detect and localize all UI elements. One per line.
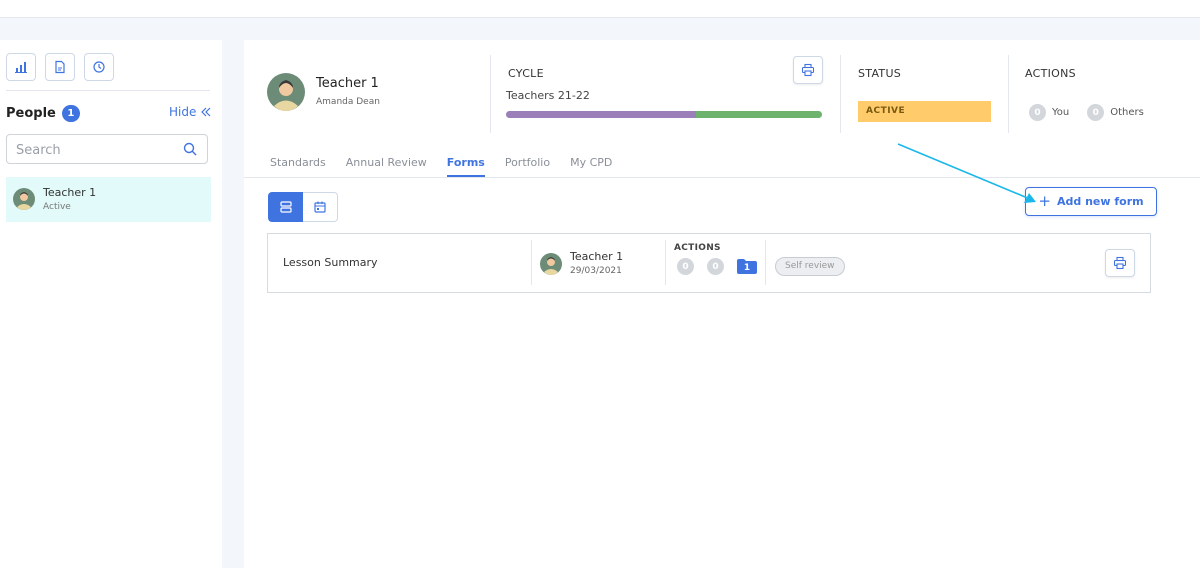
header-divider <box>490 55 491 133</box>
tab-bar: Standards Annual Review Forms Portfolio … <box>270 156 612 177</box>
person-name: Teacher 1 <box>43 186 97 199</box>
list-view-button[interactable] <box>268 192 303 222</box>
row-divider <box>665 240 666 285</box>
sidebar: People 1 Hide Teacher 1 Active <box>0 40 222 568</box>
people-count-badge: 1 <box>61 105 80 122</box>
form-date: 29/03/2021 <box>570 266 622 276</box>
list-view-icon <box>279 201 292 213</box>
folder-count: 1 <box>743 263 751 273</box>
header-divider <box>840 55 841 133</box>
others-count-badge: 0 <box>1087 104 1105 121</box>
hide-label: Hide <box>169 105 197 119</box>
clock-button[interactable] <box>84 53 114 81</box>
main-panel: Teacher 1 Amanda Dean CYCLE Teachers 21-… <box>244 40 1200 568</box>
tab-my-cpd[interactable]: My CPD <box>570 156 612 177</box>
cycle-progress-rest <box>695 111 822 118</box>
search-input[interactable] <box>16 140 176 160</box>
cycle-progress-bar <box>506 111 822 118</box>
print-cycle-button[interactable] <box>793 56 823 84</box>
form-actions-label: ACTIONS <box>674 243 721 253</box>
form-row[interactable]: Lesson Summary Teacher 1 29/03/2021 ACTI… <box>267 233 1151 293</box>
you-label: You <box>1052 107 1070 118</box>
tab-portfolio[interactable]: Portfolio <box>505 156 550 177</box>
bar-chart-icon <box>15 62 27 73</box>
tab-forms[interactable]: Forms <box>446 156 485 177</box>
clock-icon <box>93 61 105 73</box>
document-button[interactable] <box>45 53 75 81</box>
folder-badge[interactable]: 1 <box>737 259 757 274</box>
cycle-progress-fill <box>506 111 696 118</box>
tab-annual-review[interactable]: Annual Review <box>346 156 427 177</box>
sidebar-divider <box>6 90 210 91</box>
people-heading: People 1 <box>6 105 80 122</box>
profile-name: Teacher 1 <box>316 76 379 91</box>
row-divider <box>765 240 766 285</box>
form-count-badge: 0 <box>677 258 694 275</box>
row-divider <box>531 240 532 285</box>
document-icon <box>55 60 65 74</box>
person-status: Active <box>43 202 71 212</box>
actions-label: ACTIONS <box>1025 67 1076 80</box>
search-icon[interactable] <box>183 142 197 156</box>
add-new-form-button[interactable]: + Add new form <box>1025 187 1157 216</box>
status-badge: ACTIVE <box>858 101 991 122</box>
plus-icon: + <box>1038 192 1051 210</box>
self-review-tag: Self review <box>775 257 845 276</box>
top-bar <box>0 0 1200 18</box>
avatar-icon <box>540 253 562 275</box>
cycle-name: Teachers 21-22 <box>506 89 590 102</box>
printer-icon <box>1113 256 1127 270</box>
bar-chart-button[interactable] <box>6 53 36 81</box>
form-teacher-name: Teacher 1 <box>570 250 624 263</box>
sidebar-toolbar <box>6 53 114 81</box>
form-title: Lesson Summary <box>283 256 378 269</box>
you-count-badge: 0 <box>1029 104 1046 121</box>
status-label: STATUS <box>858 67 902 80</box>
tab-standards[interactable]: Standards <box>270 156 326 177</box>
actions-summary: 0 You 0 Others <box>1029 104 1144 121</box>
avatar-icon <box>13 188 35 210</box>
search-box <box>6 134 208 164</box>
print-form-button[interactable] <box>1105 249 1135 277</box>
profile-avatar <box>267 73 305 111</box>
cycle-label: CYCLE <box>508 67 544 80</box>
add-new-form-label: Add new form <box>1056 195 1144 208</box>
tabs-underline <box>244 177 1200 178</box>
form-action-badges: 0 0 1 <box>677 258 757 275</box>
profile-subtitle: Amanda Dean <box>316 97 380 107</box>
view-toggle <box>268 192 338 222</box>
calendar-icon <box>314 201 326 213</box>
printer-icon <box>801 63 815 77</box>
others-label: Others <box>1110 107 1144 118</box>
hide-sidebar-link[interactable]: Hide <box>169 105 211 119</box>
form-count-badge: 0 <box>707 258 724 275</box>
calendar-view-button[interactable] <box>303 192 338 222</box>
people-label: People <box>6 106 56 121</box>
sidebar-person-teacher-1[interactable]: Teacher 1 Active <box>6 177 211 222</box>
double-chevron-left-icon <box>201 107 211 117</box>
header-divider <box>1008 55 1009 133</box>
